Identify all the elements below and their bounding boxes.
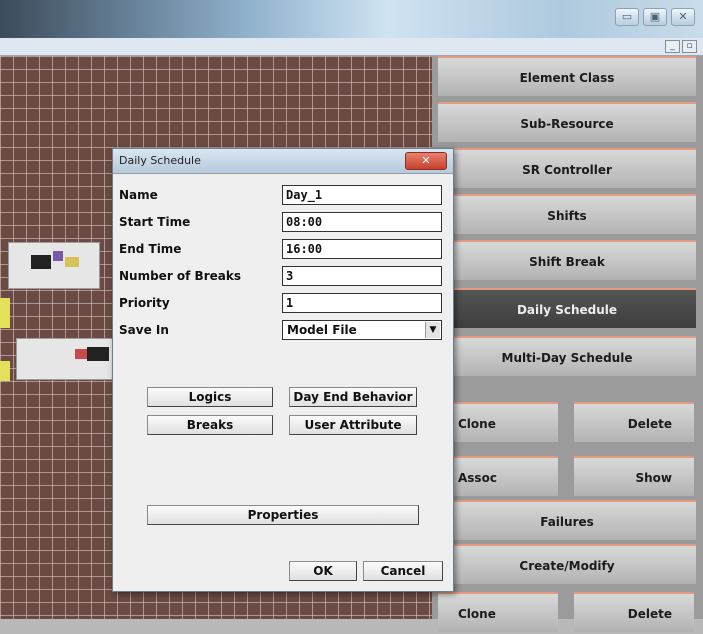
end-time-row: End Time 16:00 — [119, 239, 445, 261]
priority-field[interactable]: 1 — [282, 293, 442, 313]
priority-row: Priority 1 — [119, 293, 445, 315]
save-in-row: Save In Model File ▼ — [119, 320, 445, 342]
conveyor-marker — [0, 361, 10, 381]
mdi-maximize-icon[interactable]: ▫ — [682, 40, 697, 53]
name-row: Name Day_1 — [119, 185, 445, 207]
save-in-value: Model File — [287, 323, 357, 337]
dropdown-arrow-icon[interactable]: ▼ — [425, 322, 440, 338]
machine-icon[interactable] — [8, 242, 100, 289]
mdi-controls: _ ▫ — [665, 40, 697, 53]
delete-button[interactable]: Delete — [574, 402, 694, 442]
number-of-breaks-field[interactable]: 3 — [282, 266, 442, 286]
logics-button[interactable]: Logics — [147, 387, 273, 407]
breaks-button[interactable]: Breaks — [147, 415, 273, 435]
save-in-label: Save In — [119, 323, 169, 337]
priority-label: Priority — [119, 296, 170, 310]
mdi-bar: _ ▫ — [0, 38, 703, 56]
shifts-button[interactable]: Shifts — [438, 194, 696, 234]
daily-schedule-dialog: Daily Schedule ✕ Name Day_1 Start Time 0… — [112, 148, 454, 592]
multi-day-schedule-button[interactable]: Multi-Day Schedule — [438, 336, 696, 376]
command-panel: Element Class Sub-Resource SR Controller… — [432, 56, 703, 632]
user-attribute-button[interactable]: User Attribute — [289, 415, 417, 435]
end-time-label: End Time — [119, 242, 182, 256]
machine-icon[interactable] — [16, 338, 118, 380]
sr-controller-button[interactable]: SR Controller — [438, 148, 696, 188]
cancel-button[interactable]: Cancel — [363, 561, 443, 581]
failures-button[interactable]: Failures — [438, 500, 696, 540]
element-class-button[interactable]: Element Class — [438, 56, 696, 96]
show-button[interactable]: Show — [574, 456, 694, 496]
number-of-breaks-label: Number of Breaks — [119, 269, 241, 283]
clone-button[interactable]: Clone — [438, 402, 558, 442]
mdi-minimize-icon[interactable]: _ — [665, 40, 680, 53]
shift-break-button[interactable]: Shift Break — [438, 240, 696, 280]
delete-button-2[interactable]: Delete — [574, 592, 694, 632]
end-time-field[interactable]: 16:00 — [282, 239, 442, 259]
clone-button-2[interactable]: Clone — [438, 592, 558, 632]
start-time-row: Start Time 08:00 — [119, 212, 445, 234]
start-time-label: Start Time — [119, 215, 191, 229]
daily-schedule-button[interactable]: Daily Schedule — [438, 288, 696, 328]
maximize-icon[interactable]: ▣ — [643, 8, 667, 26]
conveyor-marker — [0, 298, 10, 328]
sub-resource-button[interactable]: Sub-Resource — [438, 102, 696, 142]
dialog-close-icon[interactable]: ✕ — [405, 152, 447, 170]
dialog-title-bar: Daily Schedule ✕ — [113, 149, 453, 174]
save-in-dropdown[interactable]: Model File ▼ — [282, 320, 442, 340]
assoc-button[interactable]: Assoc — [438, 456, 558, 496]
window-title-bar: ▭ ▣ ✕ — [0, 0, 703, 38]
name-label: Name — [119, 188, 158, 202]
name-field[interactable]: Day_1 — [282, 185, 442, 205]
start-time-field[interactable]: 08:00 — [282, 212, 442, 232]
close-icon[interactable]: ✕ — [671, 8, 695, 26]
ok-button[interactable]: OK — [289, 561, 357, 581]
minimize-icon[interactable]: ▭ — [615, 8, 639, 26]
properties-button[interactable]: Properties — [147, 505, 419, 525]
dialog-title: Daily Schedule — [119, 154, 201, 167]
window-controls: ▭ ▣ ✕ — [615, 8, 695, 26]
number-of-breaks-row: Number of Breaks 3 — [119, 266, 445, 288]
create-modify-button[interactable]: Create/Modify — [438, 544, 696, 584]
day-end-behavior-button[interactable]: Day End Behavior — [289, 387, 417, 407]
